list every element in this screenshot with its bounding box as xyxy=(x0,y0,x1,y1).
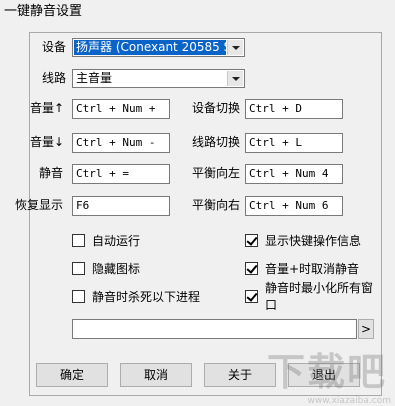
checkbox-box[interactable] xyxy=(72,233,85,247)
window-title: 一键静音设置 xyxy=(0,0,395,24)
exit-button[interactable]: 退出 xyxy=(288,363,360,387)
line-value: 主音量 xyxy=(76,71,113,85)
vol-down-label: 音量↓ xyxy=(30,135,65,149)
checkbox-box[interactable] xyxy=(245,233,258,247)
autorun-checkbox[interactable]: 自动运行 xyxy=(72,232,140,248)
autorun-label: 自动运行 xyxy=(92,233,141,248)
device-select[interactable]: 扬声器 (Conexant 20585 Sm xyxy=(72,38,245,57)
restore-label: 恢复显示 xyxy=(15,198,64,212)
settings-window: 一键静音设置 设备 扬声器 (Conexant 20585 Sm 线路 主音量 … xyxy=(0,0,395,406)
line-label: 线路 xyxy=(42,71,67,85)
device-label: 设备 xyxy=(42,40,67,54)
show-hotkey-info-checkbox[interactable]: 显示快键操作信息 xyxy=(245,232,361,248)
minimize-all-checkbox[interactable]: 静音时最小化所有窗口 xyxy=(245,281,381,312)
process-path-input[interactable] xyxy=(72,319,357,339)
restore-input[interactable]: F6 xyxy=(72,196,170,216)
about-button[interactable]: 关于 xyxy=(204,363,276,387)
chevron-down-icon xyxy=(231,76,240,81)
balance-left-label: 平衡向左 xyxy=(191,166,240,180)
checkbox-box[interactable] xyxy=(245,261,258,275)
line-select[interactable]: 主音量 xyxy=(72,69,245,88)
checkbox-box[interactable] xyxy=(245,289,258,303)
minimize-all-label: 静音时最小化所有窗口 xyxy=(265,281,374,312)
show-hotkey-info-label: 显示快键操作信息 xyxy=(265,233,362,248)
line-dropdown-button[interactable] xyxy=(227,71,243,86)
kill-process-checkbox[interactable]: 静音时杀死以下进程 xyxy=(72,288,200,304)
device-dropdown-button[interactable] xyxy=(227,40,243,55)
browse-button[interactable]: > xyxy=(358,319,374,339)
vol-unmute-checkbox[interactable]: 音量+时取消静音 xyxy=(245,260,359,276)
mute-label: 静音 xyxy=(38,166,63,180)
settings-panel: 设备 扬声器 (Conexant 20585 Sm 线路 主音量 音量↑ Ctr… xyxy=(15,32,382,396)
checkbox-box[interactable] xyxy=(72,289,85,303)
hide-icon-checkbox[interactable]: 隐藏图标 xyxy=(72,260,140,276)
device-switch-label: 设备切换 xyxy=(191,101,240,115)
checkbox-box[interactable] xyxy=(72,261,85,275)
line-switch-input[interactable]: Ctrl + L xyxy=(245,133,343,153)
hide-icon-label: 隐藏图标 xyxy=(92,261,141,276)
vol-up-input[interactable]: Ctrl + Num + xyxy=(72,99,170,119)
watermark-url: www.xiazaiba.com xyxy=(307,396,391,406)
balance-right-input[interactable]: Ctrl + Num 6 xyxy=(245,196,343,216)
ok-button[interactable]: 确定 xyxy=(36,363,108,387)
balance-left-input[interactable]: Ctrl + Num 4 xyxy=(245,164,343,184)
vol-down-input[interactable]: Ctrl + Num - xyxy=(72,133,170,153)
kill-process-label: 静音时杀死以下进程 xyxy=(92,289,201,304)
line-switch-label: 线路切换 xyxy=(191,135,240,149)
vol-up-label: 音量↑ xyxy=(30,101,65,115)
vol-unmute-label: 音量+时取消静音 xyxy=(265,261,360,276)
mute-input[interactable]: Ctrl + = xyxy=(72,164,170,184)
chevron-down-icon xyxy=(231,45,240,50)
device-value: 扬声器 (Conexant 20585 Sm xyxy=(74,40,226,55)
balance-right-label: 平衡向右 xyxy=(191,198,240,212)
cancel-button[interactable]: 取消 xyxy=(120,363,192,387)
device-switch-input[interactable]: Ctrl + D xyxy=(245,99,343,119)
